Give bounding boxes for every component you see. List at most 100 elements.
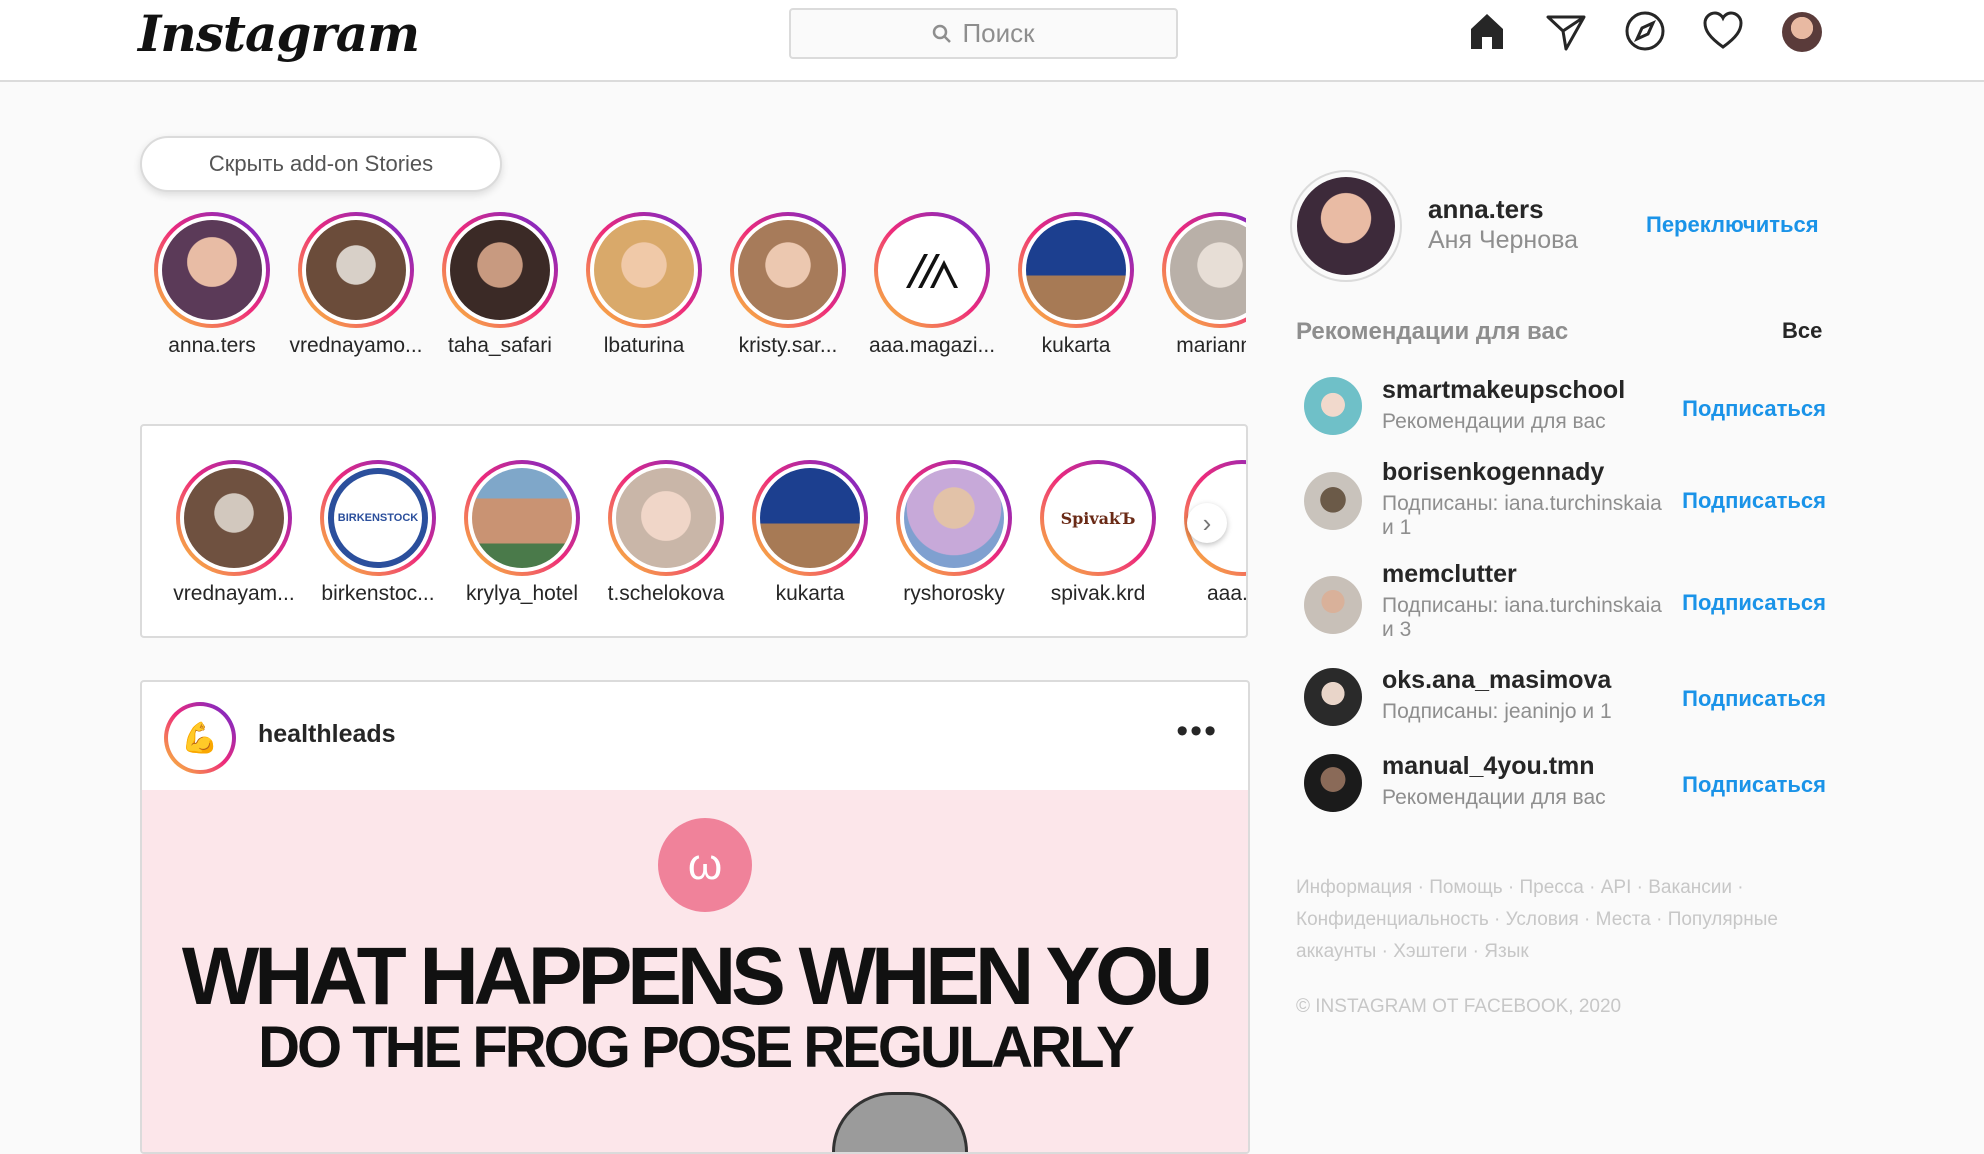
follow-button[interactable]: Подписаться bbox=[1682, 488, 1826, 514]
birkenstock-logo-icon: BIRKENSTOCK bbox=[328, 468, 428, 568]
explore-icon[interactable] bbox=[1622, 8, 1668, 54]
story-username: vrednayamo... bbox=[289, 334, 423, 357]
current-full-name: Аня Чернова bbox=[1428, 226, 1579, 254]
story-username: ryshorosky bbox=[903, 582, 1005, 605]
suggestion-avatar[interactable] bbox=[1304, 668, 1362, 726]
current-user-avatar[interactable] bbox=[1290, 170, 1402, 282]
suggestion-reason: Подписаны: jeaninjo и 1 bbox=[1382, 700, 1612, 723]
story-username: spivak.krd bbox=[1050, 582, 1146, 605]
story-item[interactable]: krylya_hotel bbox=[450, 460, 594, 606]
stories-next-button[interactable]: › bbox=[1187, 503, 1227, 543]
story-avatar bbox=[760, 468, 860, 568]
suggestion-reason: Рекомендации для вас bbox=[1382, 786, 1606, 809]
suggestion-username[interactable]: borisenkogennady bbox=[1382, 458, 1604, 487]
story-username: lbaturina bbox=[603, 334, 685, 357]
story-item[interactable]: vrednayam... bbox=[162, 460, 306, 606]
brand-logo-icon: ω bbox=[658, 818, 752, 912]
follow-button[interactable]: Подписаться bbox=[1682, 590, 1826, 616]
post-header: 💪 healthleads ••• bbox=[142, 682, 1248, 788]
story-username: anna.ters bbox=[168, 334, 256, 357]
switch-account-link[interactable]: Переключиться bbox=[1646, 212, 1819, 238]
profile-avatar[interactable] bbox=[1782, 12, 1822, 52]
follow-button[interactable]: Подписаться bbox=[1682, 396, 1826, 422]
search-input[interactable]: Поиск bbox=[789, 8, 1178, 59]
story-item[interactable]: SpivakЪ spivak.krd bbox=[1026, 460, 1170, 606]
suggestion-username[interactable]: smartmakeupschool bbox=[1382, 376, 1625, 405]
current-username[interactable]: anna.ters bbox=[1428, 194, 1544, 225]
post-username[interactable]: healthleads bbox=[258, 720, 396, 749]
suggestion-username[interactable]: oks.ana_masimova bbox=[1382, 666, 1611, 695]
story-username: aaa.magazi... bbox=[868, 334, 996, 357]
suggestion-reason: Подписаны: iana.turchinskaia и 1 bbox=[1382, 492, 1662, 539]
suggestion-avatar[interactable] bbox=[1304, 472, 1362, 530]
story-avatar bbox=[450, 220, 550, 320]
aaa-logo-icon bbox=[906, 254, 958, 288]
post-author-avatar[interactable]: 💪 bbox=[164, 702, 236, 774]
story-avatar bbox=[472, 468, 572, 568]
story-item[interactable]: BIRKENSTOCK birkenstoc... bbox=[306, 460, 450, 606]
more-options-button[interactable]: ••• bbox=[1176, 712, 1218, 751]
suggestion-avatar[interactable] bbox=[1304, 576, 1362, 634]
chevron-right-icon: › bbox=[1202, 507, 1212, 538]
suggestion-avatar[interactable] bbox=[1304, 754, 1362, 812]
story-avatar bbox=[738, 220, 838, 320]
suggestion-reason: Рекомендации для вас bbox=[1382, 410, 1606, 433]
story-avatar bbox=[616, 468, 716, 568]
follow-button[interactable]: Подписаться bbox=[1682, 772, 1826, 798]
story-avatar bbox=[1170, 220, 1246, 320]
heart-icon[interactable] bbox=[1700, 8, 1746, 54]
suggestions-title: Рекомендации для вас bbox=[1296, 318, 1569, 345]
story-username: birkenstoc... bbox=[321, 582, 435, 605]
story-avatar bbox=[904, 468, 1004, 568]
suggestion-avatar[interactable] bbox=[1304, 377, 1362, 435]
story-username: vrednayam... bbox=[173, 582, 295, 605]
story-item[interactable]: marianna bbox=[1148, 212, 1246, 358]
search-placeholder: Поиск bbox=[962, 18, 1035, 48]
hide-addon-stories-button[interactable]: Скрыть add-on Stories bbox=[140, 136, 502, 192]
see-all-link[interactable]: Все bbox=[1782, 318, 1822, 344]
suggestion-username[interactable]: memclutter bbox=[1382, 560, 1517, 589]
home-icon[interactable] bbox=[1464, 8, 1510, 54]
copyright: © INSTAGRAM ОТ FACEBOOK, 2020 bbox=[1296, 996, 1622, 1017]
story-avatar bbox=[882, 220, 982, 320]
story-username: kukarta bbox=[775, 582, 845, 605]
story-item[interactable]: taha_safari bbox=[428, 212, 572, 358]
spivak-logo-icon: SpivakЪ bbox=[1048, 468, 1148, 568]
follow-button[interactable]: Подписаться bbox=[1682, 686, 1826, 712]
story-item[interactable]: vrednayamo... bbox=[284, 212, 428, 358]
story-username: kukarta bbox=[1041, 334, 1111, 357]
story-item[interactable]: kukarta bbox=[1004, 212, 1148, 358]
top-nav-bar: Instagram Поиск bbox=[0, 0, 1984, 82]
story-item[interactable]: ryshorosky bbox=[882, 460, 1026, 606]
post-subheadline: DO THE FROG POSE REGULARLY bbox=[258, 1015, 1135, 1080]
story-username: krylya_hotel bbox=[465, 582, 579, 605]
search-icon bbox=[933, 24, 952, 43]
story-username: t.schelokova bbox=[607, 582, 725, 605]
direct-icon[interactable] bbox=[1543, 8, 1589, 54]
story-item[interactable]: anna.ters bbox=[140, 212, 284, 358]
story-item[interactable]: t.schelokova bbox=[594, 460, 738, 606]
post-headline: WHAT HAPPENS WHEN YOU bbox=[181, 931, 1213, 1022]
story-item[interactable]: aaa.magazi... bbox=[860, 212, 1004, 358]
addon-stories-tray: vrednayam... BIRKENSTOCK birkenstoc... k… bbox=[140, 424, 1248, 638]
story-item[interactable]: lbaturina bbox=[572, 212, 716, 358]
story-item[interactable]: kukarta bbox=[738, 460, 882, 606]
story-username: kristy.sar... bbox=[738, 334, 838, 357]
muscle-icon: 💪 bbox=[168, 706, 232, 770]
suggestion-username[interactable]: manual_4you.tmn bbox=[1382, 752, 1595, 781]
story-avatar bbox=[162, 220, 262, 320]
post-image[interactable]: ω WHAT HAPPENS WHEN YOU DO THE FROG POSE… bbox=[142, 790, 1248, 1152]
story-item[interactable]: kristy.sar... bbox=[716, 212, 860, 358]
story-avatar bbox=[184, 468, 284, 568]
suggestion-reason: Подписаны: iana.turchinskaia и 3 bbox=[1382, 594, 1662, 641]
feed-post: 💪 healthleads ••• ω WHAT HAPPENS WHEN YO… bbox=[140, 680, 1250, 1154]
story-avatar bbox=[306, 220, 406, 320]
story-avatar bbox=[594, 220, 694, 320]
story-avatar bbox=[1026, 220, 1126, 320]
stories-tray: anna.ters vrednayamo... taha_safari lbat… bbox=[140, 212, 1246, 372]
instagram-logo[interactable]: Instagram bbox=[138, 4, 420, 63]
story-username: marianna bbox=[1176, 334, 1246, 357]
story-username: taha_safari bbox=[448, 334, 552, 357]
footer-links[interactable]: Информация · Помощь · Пресса · API · Вак… bbox=[1296, 872, 1816, 968]
story-username: aaa.ma bbox=[1206, 582, 1248, 605]
